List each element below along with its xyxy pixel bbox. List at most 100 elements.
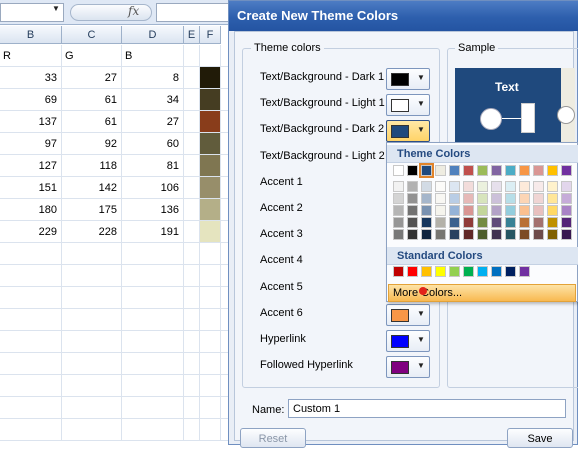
value-cell[interactable]: 69	[0, 89, 62, 111]
empty-cell[interactable]	[184, 243, 200, 265]
empty-cell[interactable]	[62, 309, 122, 331]
empty-cell[interactable]	[200, 375, 221, 397]
empty-cell[interactable]	[200, 45, 221, 67]
empty-cell[interactable]	[200, 265, 221, 287]
column-header-b[interactable]: B	[0, 26, 62, 44]
empty-cell[interactable]	[0, 397, 62, 419]
value-cell[interactable]: 180	[0, 199, 62, 221]
theme-color-shade-swatch[interactable]	[449, 217, 460, 228]
empty-cell[interactable]	[184, 45, 200, 67]
value-cell[interactable]: 136	[122, 199, 184, 221]
header-cell[interactable]: G	[62, 45, 122, 67]
theme-color-swatch[interactable]	[477, 165, 488, 176]
theme-color-shade-swatch[interactable]	[505, 193, 516, 204]
color-cell[interactable]	[200, 111, 221, 133]
theme-color-shade-swatch[interactable]	[421, 229, 432, 240]
empty-cell[interactable]	[200, 287, 221, 309]
theme-color-shade-swatch[interactable]	[421, 205, 432, 216]
value-cell[interactable]: 106	[122, 177, 184, 199]
empty-cell[interactable]	[122, 331, 184, 353]
theme-color-shade-swatch[interactable]	[519, 181, 530, 192]
cell-grid[interactable]: R G B 33 27 8 69 61 34 137 61 27 97 92 60 127 118 81 151 14…	[0, 45, 234, 445]
empty-cell[interactable]	[184, 89, 200, 111]
theme-color-swatch[interactable]	[435, 165, 446, 176]
value-cell[interactable]: 118	[62, 155, 122, 177]
empty-cell[interactable]	[0, 419, 62, 441]
color-cell[interactable]	[200, 199, 221, 221]
theme-color-shade-swatch[interactable]	[421, 193, 432, 204]
empty-cell[interactable]	[184, 331, 200, 353]
theme-color-shade-swatch[interactable]	[491, 193, 502, 204]
formula-input[interactable]	[156, 3, 234, 22]
empty-cell[interactable]	[184, 309, 200, 331]
theme-color-shade-swatch[interactable]	[421, 217, 432, 228]
value-cell[interactable]: 60	[122, 133, 184, 155]
empty-cell[interactable]	[62, 243, 122, 265]
value-cell[interactable]: 81	[122, 155, 184, 177]
theme-color-shade-swatch[interactable]	[393, 181, 404, 192]
empty-cell[interactable]	[62, 287, 122, 309]
theme-color-shade-swatch[interactable]	[435, 193, 446, 204]
theme-color-shade-swatch[interactable]	[561, 193, 572, 204]
name-box-dropdown-icon[interactable]: ▼	[52, 4, 60, 13]
theme-color-shade-swatch[interactable]	[421, 181, 432, 192]
empty-cell[interactable]	[0, 309, 62, 331]
value-cell[interactable]: 191	[122, 221, 184, 243]
theme-color-swatch[interactable]	[393, 165, 404, 176]
theme-color-shade-swatch[interactable]	[435, 217, 446, 228]
empty-cell[interactable]	[200, 353, 221, 375]
theme-color-shade-swatch[interactable]	[477, 193, 488, 204]
empty-cell[interactable]	[184, 353, 200, 375]
theme-color-shade-swatch[interactable]	[463, 181, 474, 192]
empty-cell[interactable]	[184, 397, 200, 419]
standard-color-swatch[interactable]	[421, 266, 432, 277]
column-header-f[interactable]: F	[200, 26, 221, 44]
empty-cell[interactable]	[62, 375, 122, 397]
color-cell[interactable]	[200, 89, 221, 111]
theme-color-swatch[interactable]	[519, 165, 530, 176]
theme-color-shade-swatch[interactable]	[407, 217, 418, 228]
theme-color-shade-swatch[interactable]	[561, 205, 572, 216]
theme-color-shade-swatch[interactable]	[505, 181, 516, 192]
value-cell[interactable]: 137	[0, 111, 62, 133]
theme-color-shade-swatch[interactable]	[463, 205, 474, 216]
value-cell[interactable]: 27	[122, 111, 184, 133]
color-picker-button[interactable]: ▼	[386, 120, 430, 143]
empty-cell[interactable]	[184, 177, 200, 199]
standard-color-swatch[interactable]	[519, 266, 530, 277]
theme-color-swatch[interactable]	[407, 165, 418, 176]
theme-color-shade-swatch[interactable]	[407, 193, 418, 204]
theme-color-shade-swatch[interactable]	[491, 217, 502, 228]
theme-color-shade-swatch[interactable]	[435, 181, 446, 192]
theme-color-shade-swatch[interactable]	[491, 229, 502, 240]
standard-color-swatch[interactable]	[435, 266, 446, 277]
theme-color-shade-swatch[interactable]	[463, 229, 474, 240]
value-cell[interactable]: 229	[0, 221, 62, 243]
empty-cell[interactable]	[200, 331, 221, 353]
empty-cell[interactable]	[62, 419, 122, 441]
theme-color-swatch[interactable]	[505, 165, 516, 176]
color-cell[interactable]	[200, 221, 221, 243]
theme-color-shade-swatch[interactable]	[505, 229, 516, 240]
color-cell[interactable]	[200, 155, 221, 177]
theme-color-swatch[interactable]	[547, 165, 558, 176]
empty-cell[interactable]	[184, 287, 200, 309]
empty-cell[interactable]	[184, 67, 200, 89]
empty-cell[interactable]	[62, 353, 122, 375]
header-cell[interactable]: B	[122, 45, 184, 67]
empty-cell[interactable]	[184, 221, 200, 243]
empty-cell[interactable]	[200, 419, 221, 441]
theme-color-shade-swatch[interactable]	[519, 229, 530, 240]
theme-color-swatch[interactable]	[463, 165, 474, 176]
empty-cell[interactable]	[122, 375, 184, 397]
theme-color-swatch[interactable]	[419, 163, 434, 178]
theme-color-shade-swatch[interactable]	[463, 217, 474, 228]
theme-color-shade-swatch[interactable]	[449, 193, 460, 204]
standard-color-swatch[interactable]	[449, 266, 460, 277]
value-cell[interactable]: 127	[0, 155, 62, 177]
theme-color-shade-swatch[interactable]	[435, 229, 446, 240]
reset-button[interactable]: Reset	[240, 428, 306, 448]
value-cell[interactable]: 33	[0, 67, 62, 89]
theme-color-shade-swatch[interactable]	[547, 217, 558, 228]
theme-color-shade-swatch[interactable]	[477, 217, 488, 228]
